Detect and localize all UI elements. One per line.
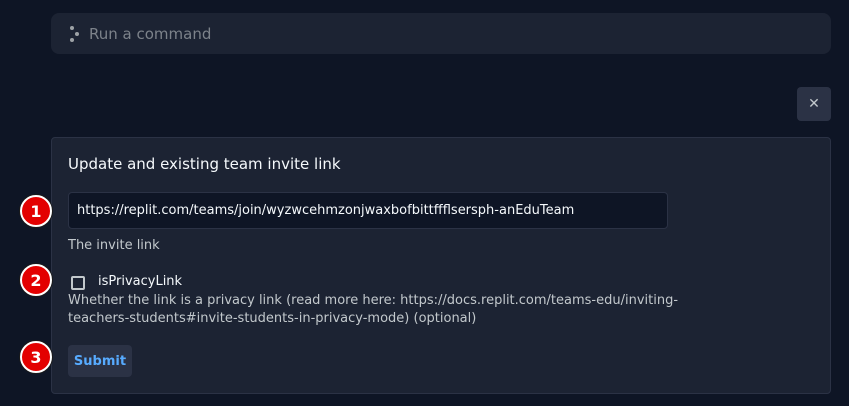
close-button[interactable]: ✕ [797, 87, 831, 121]
invite-link-form: Update and existing team invite link The… [51, 137, 831, 394]
privacy-link-checkbox[interactable] [71, 276, 85, 290]
privacy-link-label[interactable]: isPrivacyLink [98, 274, 182, 289]
command-bar[interactable]: Run a command [51, 13, 831, 54]
command-bar-placeholder: Run a command [89, 24, 212, 43]
step-marker-1: 1 [20, 195, 52, 227]
step-marker-2: 2 [20, 264, 52, 296]
step-marker-3: 3 [20, 341, 52, 373]
invite-link-input[interactable] [68, 192, 668, 229]
close-icon: ✕ [808, 96, 820, 112]
invite-link-help: The invite link [68, 238, 160, 253]
form-title: Update and existing team invite link [68, 155, 341, 173]
privacy-link-help: Whether the link is a privacy link (read… [68, 293, 679, 326]
submit-button[interactable]: Submit [68, 345, 132, 377]
command-dots-icon [69, 25, 81, 43]
